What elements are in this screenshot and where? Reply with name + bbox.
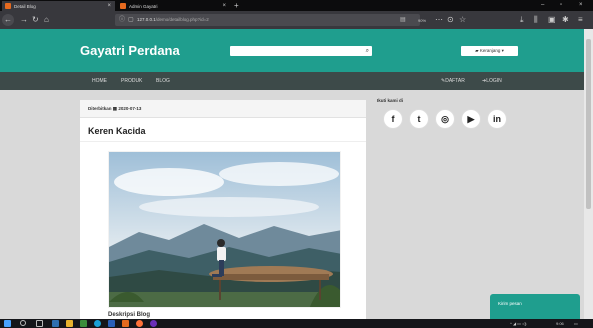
taskbar: ^ ◢ ▭ ◁) 9:06 ▭ xyxy=(0,319,593,328)
search-icon[interactable]: ⌕ xyxy=(366,46,369,56)
caret-down-icon: ▾ xyxy=(501,48,504,53)
calendar-icon: ▦ xyxy=(112,106,118,111)
page-actions-icon[interactable]: ⋯ xyxy=(435,14,443,26)
url-text: 127.0.0.1/demo/detailblog.php?id=2 xyxy=(137,17,209,22)
new-tab-button[interactable]: + xyxy=(234,0,239,11)
chat-widget[interactable]: Kirim pesan xyxy=(490,294,580,319)
nav-produk[interactable]: PRODUK xyxy=(121,72,142,90)
scrollbar-thumb[interactable] xyxy=(586,39,591,209)
article-image xyxy=(108,151,341,308)
follow-us-heading: Ikuti kami di xyxy=(377,98,404,103)
search-input[interactable]: ⌕ xyxy=(230,46,372,56)
maximize-icon[interactable]: ▫ xyxy=(560,0,562,11)
sidebar-icon[interactable]: ▣ xyxy=(548,14,556,26)
linkedin-icon[interactable]: in xyxy=(487,109,507,129)
clock[interactable]: 9:06 xyxy=(556,319,564,328)
notifications-icon[interactable]: ▭ xyxy=(574,319,578,328)
youtube-icon[interactable]: ▶ xyxy=(461,109,481,129)
page-icon: ▢ xyxy=(128,17,134,23)
search-taskbar-icon[interactable] xyxy=(20,320,26,326)
menu-icon[interactable]: ≡ xyxy=(578,14,583,26)
reader-view-icon[interactable]: ▤ xyxy=(400,14,406,26)
start-icon[interactable] xyxy=(4,320,11,327)
divider xyxy=(80,141,366,142)
blog-article-card: Diterbitkan ▦ 2020-07-13 Keren Kacida De… xyxy=(80,100,366,319)
info-icon[interactable]: ⓘ xyxy=(119,14,125,26)
chat-label: Kirim pesan xyxy=(498,301,522,306)
back-icon[interactable]: ← xyxy=(2,14,14,26)
browser-tab-detail-blog[interactable]: Detail Blog × xyxy=(2,1,115,11)
facebook-icon[interactable]: f xyxy=(383,109,403,129)
home-icon[interactable]: ⌂ xyxy=(44,14,49,26)
nav-daftar[interactable]: ✎DAFTAR xyxy=(441,72,465,90)
site-favicon-icon xyxy=(120,3,126,9)
tray-icons[interactable]: ^ ◢ ▭ ◁) xyxy=(510,319,526,328)
published-date: 2020-07-13 xyxy=(118,106,142,111)
site-navigation: HOME PRODUK BLOG ✎DAFTAR ➜LOGIN xyxy=(0,72,584,90)
nav-login[interactable]: ➜LOGIN xyxy=(482,72,502,90)
reload-icon[interactable]: ↻ xyxy=(32,14,39,26)
article-meta: Diterbitkan ▦ 2020-07-13 xyxy=(80,100,366,118)
library-icon[interactable]: ⫼ xyxy=(534,14,538,26)
browser-tab-admin[interactable]: Admin Gayatri × xyxy=(117,1,230,11)
minimize-icon[interactable]: – xyxy=(541,0,544,11)
app-icon[interactable] xyxy=(80,320,87,327)
cart-icon: ▰ xyxy=(475,48,479,53)
tab-title: Detail Blog xyxy=(14,3,36,9)
task-view-icon[interactable] xyxy=(36,320,43,327)
tab-title: Admin Gayatri xyxy=(129,3,158,9)
pocket-icon[interactable]: ⊙ xyxy=(447,14,454,26)
instagram-icon[interactable]: ◎ xyxy=(435,109,455,129)
site-favicon-icon xyxy=(5,3,11,9)
app-icon[interactable] xyxy=(122,320,129,327)
site-brand[interactable]: Gayatri Perdana xyxy=(80,43,180,58)
article-title: Keren Kacida xyxy=(88,126,146,136)
explorer-icon[interactable] xyxy=(66,320,73,327)
extension-icon[interactable]: ✱ xyxy=(562,14,569,26)
landscape-photo xyxy=(109,152,340,307)
browser-tab-bar: Detail Blog × Admin Gayatri × + – ▫ × xyxy=(0,0,593,11)
tab-close-icon[interactable]: × xyxy=(107,3,111,9)
app-icon[interactable] xyxy=(150,320,157,327)
site-header: Gayatri Perdana ⌕ ▰ Keranjang ▾ xyxy=(0,29,584,72)
window-close-icon[interactable]: × xyxy=(579,0,583,11)
firefox-icon[interactable] xyxy=(136,320,143,327)
bookmark-star-icon[interactable]: ☆ xyxy=(459,14,466,26)
published-label: Diterbitkan xyxy=(88,106,112,111)
tab-close-icon[interactable]: × xyxy=(222,3,226,9)
twitter-icon[interactable]: t xyxy=(409,109,429,129)
download-icon[interactable]: ⤓ xyxy=(520,14,524,26)
nav-blog[interactable]: BLOG xyxy=(156,72,170,90)
article-caption: Deskripsi Blog xyxy=(108,312,151,318)
browser-toolbar: ← → ↻ ⌂ ⓘ ▢ 127.0.0.1/demo/detailblog.ph… xyxy=(0,11,593,29)
zoom-level[interactable]: 90% xyxy=(418,18,426,23)
app-icon[interactable] xyxy=(108,320,115,327)
nav-home[interactable]: HOME xyxy=(92,72,107,90)
cart-label: Keranjang xyxy=(479,48,501,53)
app-icon[interactable] xyxy=(94,320,101,327)
app-icon[interactable] xyxy=(52,320,59,327)
address-bar[interactable]: ⓘ ▢ 127.0.0.1/demo/detailblog.php?id=2 ▤… xyxy=(115,14,426,26)
page-scrollbar[interactable] xyxy=(584,29,593,319)
forward-icon[interactable]: → xyxy=(20,14,28,26)
cart-button[interactable]: ▰ Keranjang ▾ xyxy=(461,46,518,56)
